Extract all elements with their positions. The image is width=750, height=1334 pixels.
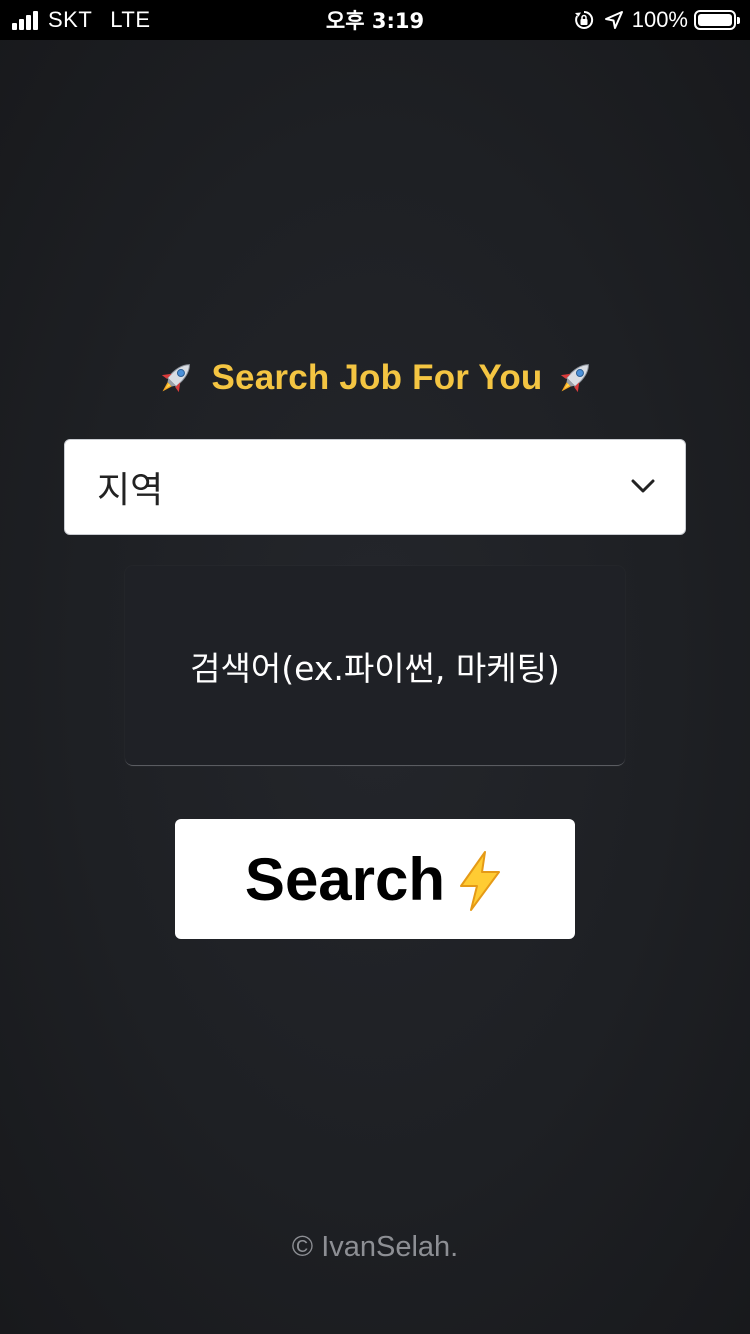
status-bar: SKT LTE 오후 3:19 100% bbox=[0, 0, 750, 40]
keyword-input-placeholder: 검색어(ex.파이썬, 마케팅) bbox=[190, 648, 560, 688]
battery-icon bbox=[694, 10, 740, 30]
region-select-value: 지역 bbox=[97, 470, 164, 511]
status-bar-right: 100% bbox=[574, 0, 740, 40]
lightning-bolt-icon bbox=[460, 851, 501, 911]
title-text: Search Job For You bbox=[211, 358, 543, 397]
region-select[interactable]: 지역 bbox=[64, 439, 686, 535]
search-button-label: Search bbox=[244, 845, 446, 913]
keyword-input[interactable]: 검색어(ex.파이썬, 마케팅) bbox=[125, 566, 625, 766]
footer-copyright: © IvanSelah. bbox=[291, 1230, 459, 1263]
battery-percent: 100% bbox=[631, 7, 688, 32]
orientation-lock-icon bbox=[574, 10, 593, 29]
rocket-icon bbox=[560, 364, 589, 393]
chevron-down-icon bbox=[631, 479, 655, 493]
search-button[interactable]: Search bbox=[175, 819, 575, 939]
rocket-icon bbox=[161, 364, 190, 393]
page-title: Search Job For You bbox=[0, 352, 750, 404]
location-arrow-icon bbox=[604, 11, 623, 29]
